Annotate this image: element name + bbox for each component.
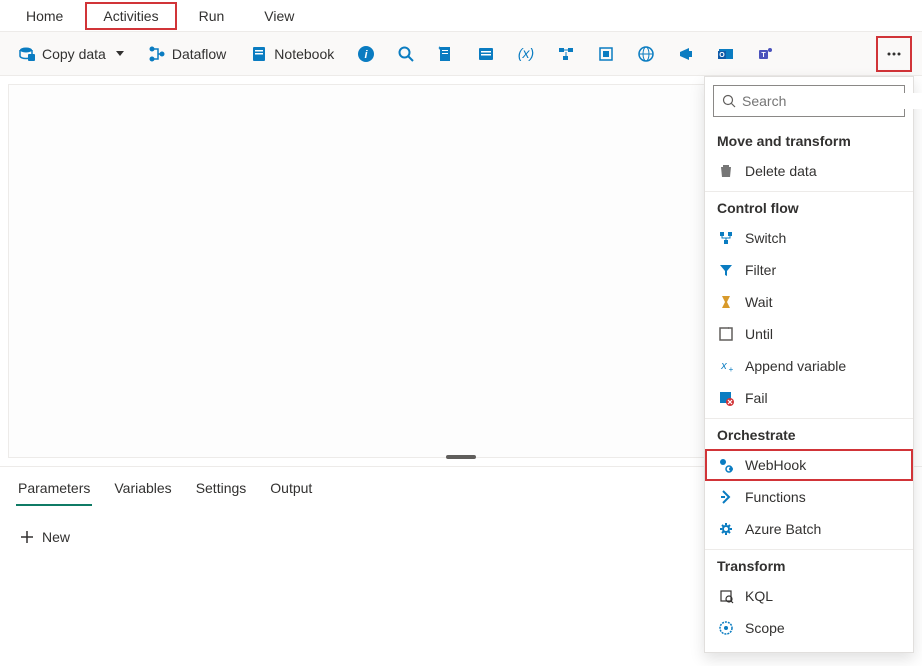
svg-text:x: x [720,360,727,372]
kql-icon [717,587,735,605]
append-variable-icon: x+ [717,357,735,375]
menu-kql[interactable]: KQL [705,580,913,612]
section-orchestrate: Orchestrate [705,419,913,449]
search-icon [397,45,415,63]
menu-append-variable[interactable]: x+ Append variable [705,350,913,382]
functions-icon [717,488,735,506]
svg-text:T: T [762,52,767,59]
outlook-button[interactable]: O [710,38,742,70]
until-icon [717,325,735,343]
menu-delete-data[interactable]: Delete data [705,155,913,187]
menu-label: WebHook [745,457,806,473]
hourglass-icon [717,293,735,311]
new-label: New [42,529,70,545]
notebook-icon [250,45,268,63]
teams-button[interactable]: T [750,38,782,70]
menu-scope[interactable]: Scope [705,612,913,644]
activities-dropdown: Move and transform Delete data Control f… [704,76,914,653]
switch-icon [717,229,735,247]
foreach-button[interactable] [590,38,622,70]
section-control-flow: Control flow [705,192,913,222]
svg-text:+: + [729,365,734,374]
menu-label: Until [745,326,773,342]
search-button[interactable] [390,38,422,70]
copy-data-label: Copy data [42,46,106,62]
dataflow-icon [148,45,166,63]
plus-icon [20,530,34,544]
menu-label: KQL [745,588,773,604]
more-icon [885,45,903,63]
trash-icon [717,162,735,180]
scope-icon [717,619,735,637]
menu-label: Filter [745,262,776,278]
menu-wait[interactable]: Wait [705,286,913,318]
menu-label: Wait [745,294,772,310]
search-box[interactable] [713,85,905,117]
menu-azure-batch[interactable]: Azure Batch [705,513,913,545]
tab-activities[interactable]: Activities [85,2,176,30]
globe-icon [637,45,655,63]
outlook-icon: O [717,45,735,63]
more-button[interactable] [876,36,912,72]
menu-label: Scope [745,620,785,636]
menu-label: Append variable [745,358,846,374]
menu-label: Fail [745,390,768,406]
sproc-icon [477,45,495,63]
tab-home[interactable]: Home [8,2,81,30]
megaphone-icon [677,45,695,63]
menu-switch[interactable]: Switch [705,222,913,254]
variable-button[interactable]: (x) [510,38,542,70]
web-button[interactable] [630,38,662,70]
splitter-handle[interactable] [446,455,476,459]
sproc-button[interactable] [470,38,502,70]
search-input[interactable] [742,93,922,109]
notebook-button[interactable]: Notebook [242,38,342,70]
menu-webhook[interactable]: WebHook [705,449,913,481]
copy-data-icon [18,45,36,63]
notebook-label: Notebook [274,46,334,62]
menu-label: Switch [745,230,786,246]
dataflow-label: Dataflow [172,46,226,62]
variable-icon: (x) [517,45,535,63]
filter-icon [717,261,735,279]
menu-label: Functions [745,489,806,505]
section-move-transform: Move and transform [705,125,913,155]
section-transform: Transform [705,550,913,580]
script-icon [437,45,455,63]
teams-icon: T [757,45,775,63]
info-icon: i [357,45,375,63]
search-icon [722,94,736,108]
pipeline-button[interactable] [550,38,582,70]
gear-icon [717,520,735,538]
tab-variables[interactable]: Variables [112,472,173,506]
menu-until[interactable]: Until [705,318,913,350]
menu-filter[interactable]: Filter [705,254,913,286]
fail-icon [717,389,735,407]
chevron-down-icon [116,51,124,56]
pipeline-icon [557,45,575,63]
menu-functions[interactable]: Functions [705,481,913,513]
info-button[interactable]: i [350,38,382,70]
dataflow-button[interactable]: Dataflow [140,38,234,70]
tab-output[interactable]: Output [268,472,314,506]
copy-data-button[interactable]: Copy data [10,38,132,70]
tab-run[interactable]: Run [181,2,243,30]
menu-fail[interactable]: Fail [705,382,913,414]
tab-parameters[interactable]: Parameters [16,472,92,506]
semantic-button[interactable] [670,38,702,70]
toolbar: Copy data Dataflow Notebook i (x) [0,32,922,76]
webhook-icon [717,456,735,474]
foreach-icon [597,45,615,63]
top-tabs: Home Activities Run View [0,0,922,32]
tab-settings[interactable]: Settings [194,472,249,506]
menu-label: Azure Batch [745,521,821,537]
menu-label: Delete data [745,163,817,179]
svg-text:O: O [720,52,726,59]
tab-view[interactable]: View [246,2,312,30]
svg-text:(x): (x) [518,45,534,61]
script-button[interactable] [430,38,462,70]
